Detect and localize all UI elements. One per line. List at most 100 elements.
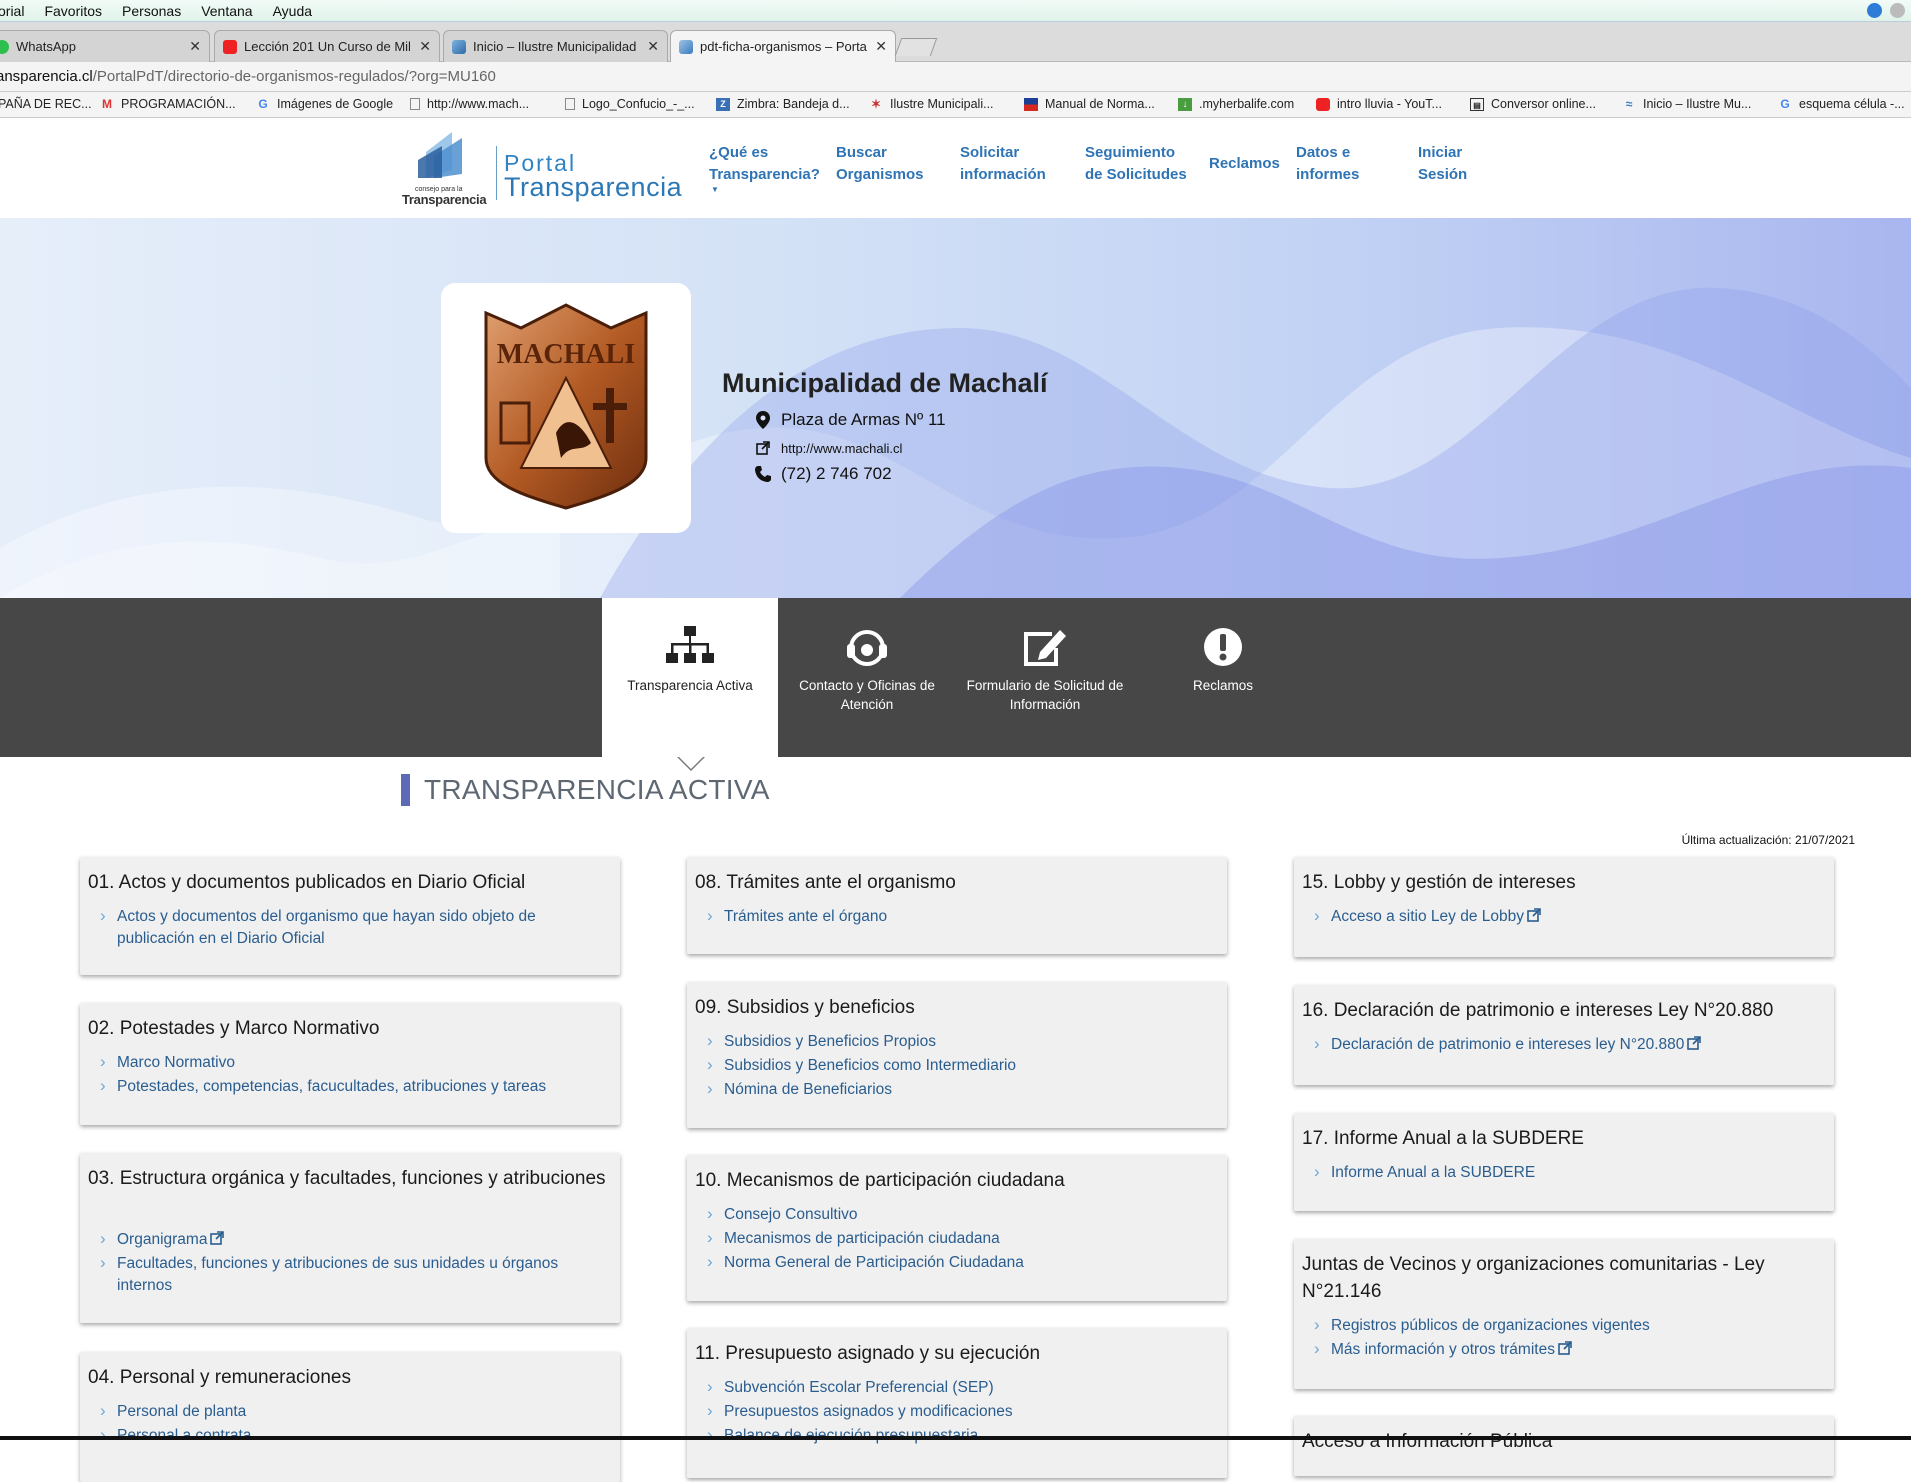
card-link[interactable]: Acceso a sitio Ley de Lobby <box>1314 905 1820 928</box>
browser-tab-pdt-ficha[interactable]: pdt-ficha-organismos – Porta ✕ <box>670 30 896 62</box>
menu-item-personas[interactable]: Personas <box>122 3 181 19</box>
nav-iniciar-sesion[interactable]: Iniciar Sesión <box>1418 142 1467 186</box>
card-link[interactable]: Norma General de Participación Ciudadana <box>707 1251 1213 1274</box>
card-03-estructura-organica: 03. Estructura orgánica y facultades, fu… <box>80 1153 620 1323</box>
url-host: ansparencia.cl <box>0 68 93 85</box>
browser-tab-leccion[interactable]: Lección 201 Un Curso de Mila ✕ <box>214 30 440 62</box>
card-link[interactable]: Organigrama <box>100 1228 606 1251</box>
bookmarks-bar: PAÑA DE REC... M PROGRAMACIÓN... G Imágene… <box>0 92 1911 118</box>
external-link-icon <box>1527 908 1541 922</box>
nav-buscar-organismos[interactable]: Buscar Organismos <box>836 142 924 186</box>
nav-line2: Transparencia? <box>709 166 820 183</box>
external-link-icon <box>1687 1036 1702 1050</box>
org-chart-icon <box>666 626 714 663</box>
card-title: 04. Personal y remuneraciones <box>88 1367 351 1388</box>
card-link[interactable]: Marco Normativo <box>100 1051 606 1074</box>
card-15-lobby: 15. Lobby y gestión de intereses Acceso … <box>1294 857 1834 957</box>
tab-transparencia-activa[interactable]: Transparencia Activa <box>602 598 778 757</box>
card-link-text: Registros públicos de organizaciones vig… <box>1331 1317 1650 1334</box>
active-tab-pointer-fill <box>679 757 703 769</box>
bookmark-item[interactable]: Logo_Confucio_-_... <box>565 97 695 111</box>
gmail-icon: M <box>102 96 112 111</box>
card-link[interactable]: Subvención Escolar Preferencial (SEP) <box>707 1376 1213 1399</box>
bookmark-item[interactable]: Manual de Norma... <box>1024 97 1155 111</box>
bookmark-item[interactable]: ↓ .myherbalife.com <box>1178 97 1294 111</box>
nav-datos-informes[interactable]: Datos e informes <box>1296 142 1359 186</box>
close-icon[interactable]: ✕ <box>189 38 201 55</box>
card-title: 17. Informe Anual a la SUBDERE <box>1302 1128 1584 1149</box>
bookmark-item[interactable]: PAÑA DE REC... <box>0 97 92 111</box>
bookmark-item[interactable]: G Imágenes de Google <box>256 97 393 111</box>
menu-item-ventana[interactable]: Ventana <box>201 3 252 19</box>
browser-tab-inicio[interactable]: Inicio – Ilustre Municipalidad ✕ <box>443 30 668 62</box>
card-04-personal-remuneraciones: 04. Personal y remuneraciones Personal d… <box>80 1352 620 1482</box>
bookmark-item[interactable]: Z Zimbra: Bandeja d... <box>716 97 850 111</box>
card-link[interactable]: Presupuestos asignados y modificaciones <box>707 1400 1213 1423</box>
external-link-icon <box>755 439 771 457</box>
tab-label: Reclamos <box>1192 678 1254 693</box>
new-tab-button[interactable] <box>894 38 938 56</box>
card-link[interactable]: Potestades, competencias, facucultades, … <box>100 1075 606 1098</box>
card-link-text: Trámites ante el órgano <box>724 908 888 925</box>
close-icon[interactable]: ✕ <box>875 38 887 55</box>
organism-address-row: Plaza de Armas Nº 11 <box>755 410 946 430</box>
nav-reclamos[interactable]: Reclamos <box>1209 153 1280 175</box>
card-link[interactable]: Personal de planta <box>100 1400 606 1423</box>
card-link[interactable]: Mecanismos de participación ciudadana <box>707 1227 1213 1250</box>
card-link[interactable]: Nómina de Beneficiarios <box>707 1078 1213 1101</box>
card-link[interactable]: Registros públicos de organizaciones vig… <box>1314 1314 1820 1337</box>
headset-icon <box>847 630 887 666</box>
youtube-icon <box>223 39 237 54</box>
card-link[interactable]: Informe Anual a la SUBDERE <box>1314 1161 1820 1184</box>
card-08-tramites: 08. Trámites ante el organismo Trámites … <box>687 857 1227 954</box>
address-bar[interactable]: ansparencia.cl/PortalPdT/directorio-de-o… <box>0 62 1911 92</box>
organism-phone-row: (72) 2 746 702 <box>755 464 892 484</box>
card-link[interactable]: Actos y documentos del organismo que hay… <box>100 905 606 950</box>
card-title: 02. Potestades y Marco Normativo <box>88 1018 380 1039</box>
nav-line1: Reclamos <box>1209 155 1280 172</box>
card-link-text: Potestades, competencias, facucultades, … <box>117 1078 547 1095</box>
card-link[interactable]: Facultades, funciones y atribuciones de … <box>100 1252 606 1297</box>
bookmark-item[interactable]: intro lluvia - YouT... <box>1316 97 1442 111</box>
card-link-text: Subsidios y Beneficios como Intermediari… <box>724 1057 1017 1074</box>
nav-line2: información <box>960 166 1046 183</box>
bookmark-item[interactable]: ▤ Conversor online... <box>1470 97 1596 111</box>
bookmark-item[interactable]: ≈ Inicio – Ilustre Mu... <box>1622 97 1752 111</box>
bookmark-item[interactable]: http://www.mach... <box>410 97 529 111</box>
bookmark-item[interactable]: Gesquema célula -... <box>1778 97 1905 111</box>
bookmark-item[interactable]: ✶ Ilustre Municipali... <box>869 97 994 111</box>
card-link-text: Más información y otros trámites <box>1331 1341 1555 1358</box>
nav-que-es-transparencia[interactable]: ¿Qué es Transparencia? ▼ <box>709 142 820 194</box>
card-link-text: Presupuestos asignados y modificaciones <box>724 1403 1013 1420</box>
menu-item-favoritos[interactable]: Favoritos <box>44 3 102 19</box>
dropbox-icon[interactable] <box>1867 3 1882 18</box>
nav-line1: ¿Qué es <box>709 144 769 161</box>
card-link-text: Marco Normativo <box>117 1054 235 1071</box>
edit-form-icon <box>1024 630 1066 666</box>
nav-solicitar-informacion[interactable]: Solicitar información <box>960 142 1046 186</box>
card-link[interactable]: Subsidios y Beneficios Propios <box>707 1030 1213 1053</box>
time-machine-icon[interactable] <box>1890 3 1905 18</box>
browser-tabbar: WhatsApp ✕ Lección 201 Un Curso de Mila … <box>0 22 1911 62</box>
bookmark-label: esquema célula -... <box>1799 97 1905 111</box>
menu-item-history[interactable]: orial <box>0 3 24 19</box>
close-icon[interactable]: ✕ <box>419 38 431 55</box>
tab-contacto-oficinas[interactable]: Contacto y Oficinas de Atención <box>779 598 955 757</box>
organism-website-link[interactable]: http://www.machali.cl <box>781 441 902 456</box>
browser-tab-whatsapp[interactable]: WhatsApp ✕ <box>0 30 210 62</box>
card-link[interactable]: Subsidios y Beneficios como Intermediari… <box>707 1054 1213 1077</box>
tab-formulario-solicitud[interactable]: Formulario de Solicitud de Información <box>957 598 1133 757</box>
menu-item-ayuda[interactable]: Ayuda <box>273 3 312 19</box>
card-link[interactable]: Trámites ante el órgano <box>707 905 1213 928</box>
logo-brand-text: Transparencia <box>402 192 487 207</box>
card-link[interactable]: Más información y otros trámites <box>1314 1338 1820 1361</box>
close-icon[interactable]: ✕ <box>647 38 659 55</box>
tab-reclamos[interactable]: Reclamos <box>1135 598 1311 757</box>
bookmark-item[interactable]: M PROGRAMACIÓN... <box>100 97 236 111</box>
tab-label: Contacto y Oficinas de Atención <box>799 678 935 712</box>
nav-seguimiento-solicitudes[interactable]: Seguimiento de Solicitudes <box>1085 142 1187 186</box>
logo-transparencia-text: Transparencia <box>504 172 683 202</box>
portal-transparencia-logo[interactable]: consejo para la Transparencia Portal Tra… <box>400 130 683 208</box>
card-link[interactable]: Declaración de patrimonio e intereses le… <box>1314 1033 1820 1056</box>
card-link[interactable]: Consejo Consultivo <box>707 1203 1213 1226</box>
